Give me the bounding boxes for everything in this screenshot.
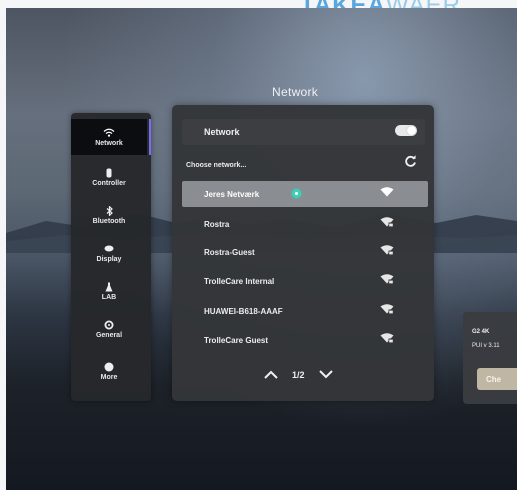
sidebar-item-label: Controller [92, 179, 126, 187]
network-toggle-row: Network [182, 119, 425, 145]
sidebar-item-label: Bluetooth [92, 217, 126, 225]
network-ssid: Jeres Netværk [204, 190, 260, 199]
chevron-down-icon[interactable] [318, 366, 333, 384]
network-toggle-label: Network [204, 127, 240, 137]
network-row[interactable]: TrolleCare Guest [182, 327, 428, 353]
network-row[interactable]: Rostra [182, 211, 428, 237]
device-info-card: G2 4K PUI v 3.11 Che [463, 312, 517, 404]
toggle-knob [407, 126, 416, 135]
sidebar-item-display[interactable]: Display [71, 235, 147, 271]
settings-sidebar: Network Controller Bluetooth Display LAB… [71, 113, 151, 401]
wifi-locked-icon [380, 274, 394, 286]
network-row[interactable]: Rostra-Guest [182, 239, 428, 265]
sidebar-item-lab[interactable]: LAB [71, 273, 147, 309]
more-icon [104, 362, 114, 372]
device-version: PUI v 3.11 [472, 343, 500, 349]
sidebar-item-more[interactable]: More [71, 353, 147, 389]
sidebar-item-network[interactable]: Network [71, 119, 151, 155]
refresh-icon[interactable] [404, 155, 417, 171]
page-title: Network [272, 85, 319, 99]
bluetooth-icon [106, 205, 113, 216]
sidebar-item-label: General [95, 331, 123, 339]
vr-scene-background: Network Network Controller Bluetooth Dis… [6, 8, 517, 490]
wifi-icon [103, 128, 115, 138]
wifi-locked-icon [380, 333, 394, 345]
device-model: G2 4K [472, 329, 490, 335]
sidebar-item-general[interactable]: General [71, 311, 147, 347]
pagination: 1/2 [264, 367, 333, 383]
chevron-up-icon[interactable] [264, 366, 278, 384]
controller-icon [106, 168, 112, 178]
wifi-locked-icon [380, 245, 394, 257]
lab-icon [105, 282, 113, 292]
network-ssid: HUAWEI-B618-AAAF [204, 307, 283, 316]
network-row[interactable]: HUAWEI-B618-AAAF [182, 298, 428, 324]
sidebar-item-label: LAB [101, 293, 117, 301]
gear-icon [104, 320, 114, 330]
wifi-locked-icon [380, 217, 394, 229]
network-ssid: TrolleCare Guest [204, 336, 269, 345]
active-indicator [149, 119, 151, 155]
network-row[interactable]: Jeres Netværk [182, 181, 428, 207]
sidebar-item-controller[interactable]: Controller [71, 159, 147, 195]
network-ssid: TrolleCare Internal [204, 277, 275, 286]
sidebar-item-label: More [100, 373, 118, 381]
network-ssid: Rostra [204, 220, 230, 229]
wifi-signal-icon [380, 187, 394, 199]
page-indicator: 1/2 [292, 370, 305, 380]
display-icon [104, 244, 114, 254]
choose-network-label: Choose network... [186, 162, 247, 169]
sidebar-item-label: Display [96, 255, 122, 263]
check-update-button[interactable]: Che [477, 368, 517, 390]
sidebar-item-label: Network [95, 139, 123, 147]
network-panel: Network Choose network... Jeres Netværk … [172, 105, 434, 401]
sidebar-item-bluetooth[interactable]: Bluetooth [71, 197, 147, 233]
network-toggle-switch[interactable] [395, 125, 417, 136]
wifi-locked-icon [380, 304, 394, 316]
connected-indicator-icon [292, 189, 301, 198]
network-ssid: Rostra-Guest [204, 248, 255, 257]
network-row[interactable]: TrolleCare Internal [182, 268, 428, 294]
